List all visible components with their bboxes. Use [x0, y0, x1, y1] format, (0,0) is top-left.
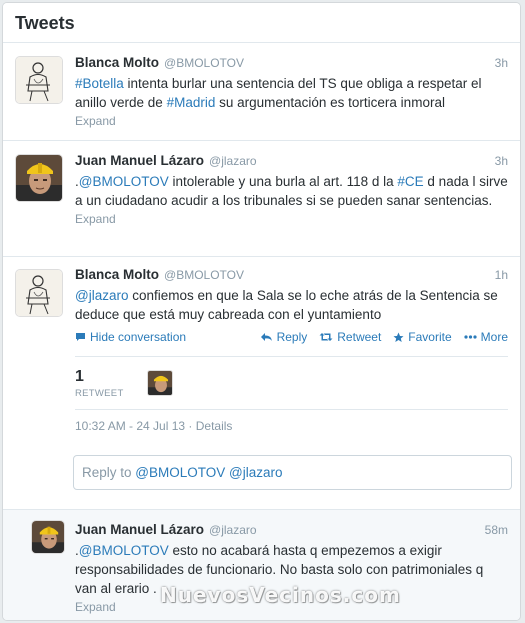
tweet-timestamp[interactable]: 1h — [495, 268, 508, 282]
avatar[interactable] — [147, 370, 173, 396]
reply-button[interactable]: Reply — [260, 330, 308, 344]
author-handle[interactable]: @BMOLOTOV — [164, 268, 244, 282]
tweet-timestamp[interactable]: 58m — [485, 523, 508, 537]
tweet-actions: Hide conversation Reply Retweet Favorite — [75, 328, 508, 346]
retweeter-avatars — [145, 370, 173, 396]
avatar[interactable] — [31, 520, 65, 554]
watermark-text: NuevosVecinos.com — [160, 583, 401, 607]
reply-input[interactable]: Reply to @BMOLOTOV @jlazaro — [73, 455, 512, 490]
tweet-timestamp-details[interactable]: 10:32 AM - 24 Jul 13 · Details — [75, 419, 508, 433]
favorite-label: Favorite — [408, 330, 452, 344]
hashtag-link[interactable]: #CE — [397, 174, 423, 189]
mention-link[interactable]: @BMOLOTOV — [79, 543, 169, 558]
tweets-panel: Tweets Blanca Molto @BMOLOTOV 3h #Botell… — [2, 2, 521, 621]
more-label: More — [480, 330, 508, 344]
author-name[interactable]: Juan Manuel Lázaro — [75, 522, 204, 537]
ellipsis-icon — [464, 335, 477, 339]
avatar[interactable] — [15, 269, 63, 317]
favorite-button[interactable]: Favorite — [393, 330, 452, 344]
tweet-stats: 1 RETWEET — [75, 356, 508, 410]
retweet-count-label: RETWEET — [75, 387, 124, 399]
tweet-timestamp[interactable]: 3h — [495, 56, 508, 70]
avatar[interactable] — [15, 56, 63, 104]
expand-link[interactable]: Expand — [75, 212, 508, 226]
retweet-button[interactable]: Retweet — [319, 330, 381, 344]
hide-conversation-button[interactable]: Hide conversation — [75, 330, 186, 344]
author-handle[interactable]: @jlazaro — [209, 523, 257, 537]
author-handle[interactable]: @jlazaro — [209, 154, 257, 168]
reply-prefix: Reply to — [82, 465, 136, 480]
mention-link[interactable]: @jlazaro — [75, 288, 128, 303]
speech-bubble-icon — [76, 333, 85, 341]
tweet-timestamp[interactable]: 3h — [495, 154, 508, 168]
retweet-icon — [319, 333, 333, 341]
retweet-count[interactable]: 1 RETWEET — [75, 368, 145, 399]
tweet-text: .@BMOLOTOV intolerable y una burla al ar… — [75, 172, 508, 210]
tweet-text-segment: su argumentación es torticera inmoral — [215, 95, 445, 110]
panel-title: Tweets — [15, 13, 75, 33]
author-handle[interactable]: @BMOLOTOV — [164, 56, 244, 70]
panel-header: Tweets — [3, 3, 520, 43]
tweet-text-segment: confiemos en que la Sala se lo eche atrá… — [75, 288, 498, 322]
tweet-text: #Botella intenta burlar una sentencia de… — [75, 74, 508, 112]
tweet-item[interactable]: Juan Manuel Lázaro @jlazaro 3h .@BMOLOTO… — [3, 141, 520, 257]
hashtag-link[interactable]: #Botella — [75, 76, 124, 91]
author-name[interactable]: Blanca Molto — [75, 55, 159, 70]
expand-link[interactable]: Expand — [75, 114, 508, 128]
reply-icon — [260, 333, 272, 341]
reply-label: Reply — [276, 330, 308, 344]
star-icon — [393, 332, 404, 342]
hashtag-link[interactable]: #Madrid — [167, 95, 216, 110]
retweet-label: Retweet — [337, 330, 382, 344]
tweet-text: @jlazaro confiemos en que la Sala se lo … — [75, 286, 508, 324]
tweet-item[interactable]: Blanca Molto @BMOLOTOV 3h #Botella inten… — [3, 43, 520, 141]
more-button[interactable]: More — [464, 330, 508, 344]
hide-conversation-label: Hide conversation — [90, 330, 187, 344]
author-name[interactable]: Juan Manuel Lázaro — [75, 153, 204, 168]
reply-mentions: @BMOLOTOV @jlazaro — [135, 465, 283, 480]
author-name[interactable]: Blanca Molto — [75, 267, 159, 282]
avatar[interactable] — [15, 154, 63, 202]
tweet-text-segment: intolerable y una burla al art. 118 d la — [168, 174, 398, 189]
tweet-item-expanded[interactable]: Blanca Molto @BMOLOTOV 1h @jlazaro confi… — [3, 257, 520, 510]
mention-link[interactable]: @BMOLOTOV — [79, 174, 169, 189]
retweet-count-number: 1 — [75, 367, 84, 385]
